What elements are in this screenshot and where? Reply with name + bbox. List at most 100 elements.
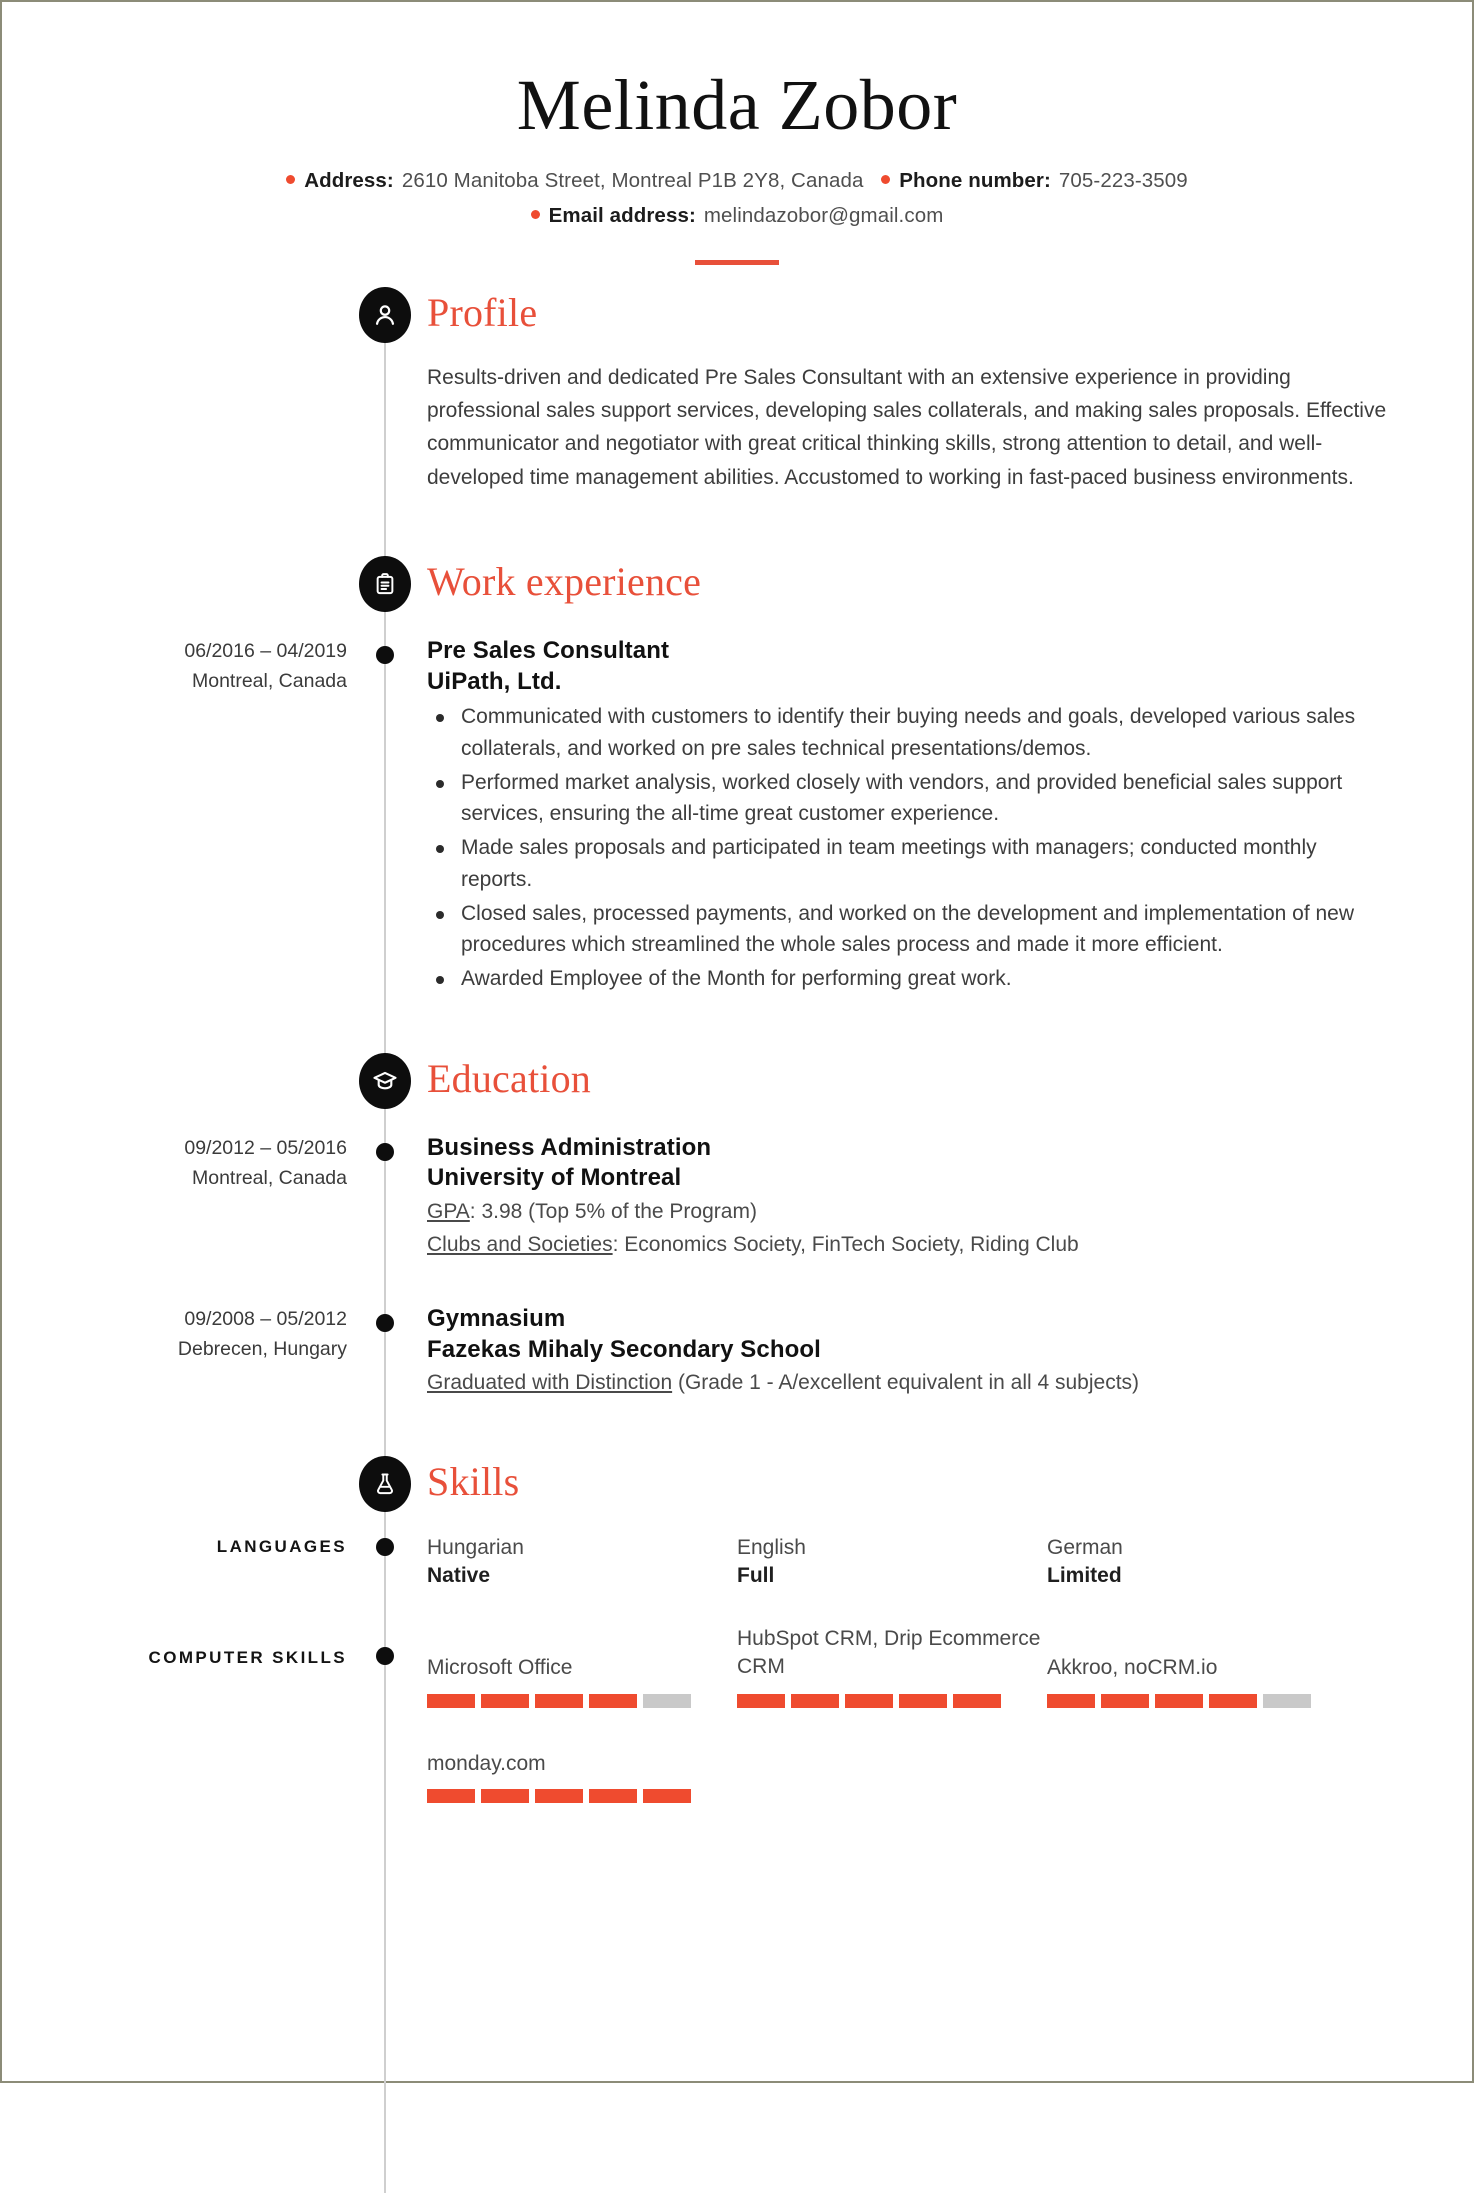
education-entry-distinction-label: Graduated with Distinction <box>427 1371 673 1395</box>
contact-email-label: Email address: <box>548 204 696 228</box>
bar-segment <box>427 1789 475 1804</box>
work-entry-dates: 06/2016 – 04/2019 <box>184 639 347 662</box>
work-entry: 06/2016 – 04/2019 Montreal, Canada Pre S… <box>2 636 1472 995</box>
section-profile-head: Profile <box>2 287 1472 361</box>
profile-content: Results-driven and dedicated Pre Sales C… <box>427 361 1472 494</box>
section-education: Education 09/2012 – 05/2016 Montreal, Ca… <box>2 1052 1472 1398</box>
education-entry-clubs-value: : Economics Society, FinTech Society, Ri… <box>612 1233 1079 1256</box>
computer-skills-grid-second: monday.com <box>427 1750 1392 1804</box>
section-skills-title: Skills <box>427 1459 520 1505</box>
education-entry-gpa: GPA: 3.98 (Top 5% of the Program) <box>427 1197 1392 1227</box>
education-entry-meta: 09/2008 – 05/2012 Debrecen, Hungary <box>2 1304 347 1364</box>
education-entry-distinction-value: (Grade 1 - A/excellent equivalent in all… <box>672 1371 1140 1395</box>
computer-skill-name: HubSpot CRM, Drip Ecommerce CRM <box>737 1626 1041 1679</box>
skills-computer-content: Microsoft Office HubSpot CRM, Drip Ecomm… <box>427 1625 1472 1804</box>
education-entry-clubs: Clubs and Societies: Economics Society, … <box>427 1230 1392 1260</box>
profile-summary-text: Results-driven and dedicated Pre Sales C… <box>427 366 1387 489</box>
education-entry-degree: Business Administration <box>427 1133 712 1161</box>
bar-segment <box>535 1789 583 1804</box>
education-entry: 09/2008 – 05/2012 Debrecen, Hungary Gymn… <box>2 1304 1472 1398</box>
contact-line-secondary: Email address: melindazobor@gmail.com <box>2 201 1472 232</box>
section-skills-head: Skills <box>2 1456 1472 1530</box>
computer-skill-item: monday.com <box>427 1750 737 1804</box>
education-entry-clubs-label: Clubs and Societies <box>427 1233 613 1256</box>
bar-segment <box>589 1789 637 1804</box>
skills-languages-label-wrap: LANGUAGES <box>2 1534 347 1560</box>
section-profile-title: Profile <box>427 290 538 336</box>
bar-segment <box>643 1693 691 1708</box>
skills-languages-row: LANGUAGES Hungarian Native English Full <box>2 1534 1472 1591</box>
bar-segment <box>899 1693 947 1708</box>
education-entry-location: Debrecen, Hungary <box>177 1338 347 1361</box>
work-entry-content: Pre Sales Consultant UiPath, Ltd. Commun… <box>427 636 1472 995</box>
profile-row: Results-driven and dedicated Pre Sales C… <box>2 361 1472 494</box>
languages-grid: Hungarian Native English Full German Lim… <box>427 1534 1392 1591</box>
computer-skill-item: Akkroo, noCRM.io <box>1047 1625 1357 1708</box>
language-level: Limited <box>1047 1564 1122 1588</box>
education-entry-gpa-value: : 3.98 (Top 5% of the Program) <box>469 1200 757 1224</box>
computer-skill-name: Akkroo, noCRM.io <box>1047 1656 1218 1680</box>
header-divider <box>695 260 779 266</box>
language-name: English <box>737 1536 806 1560</box>
skills-computer-label-wrap: COMPUTER SKILLS <box>2 1645 347 1671</box>
bar-segment <box>643 1789 691 1804</box>
contact-phone-label: Phone number: <box>899 168 1051 192</box>
education-entry-content: Gymnasium Fazekas Mihaly Secondary Schoo… <box>427 1304 1472 1398</box>
bar-segment <box>427 1693 475 1708</box>
education-entry-degree: Gymnasium <box>427 1304 566 1332</box>
briefcase-icon <box>359 555 411 612</box>
education-entry-school: University of Montreal <box>427 1164 682 1192</box>
graduation-cap-icon <box>359 1052 411 1109</box>
language-item: German Limited <box>1047 1534 1357 1591</box>
section-profile: Profile Results-driven and dedicated Pre… <box>2 287 1472 494</box>
education-entry-meta: 09/2012 – 05/2016 Montreal, Canada <box>2 1133 347 1193</box>
bar-segment <box>535 1693 583 1708</box>
timeline-dot <box>376 1538 394 1557</box>
skill-rating-bar <box>427 1693 737 1708</box>
list-item: Awarded Employee of the Month for perfor… <box>436 963 1392 994</box>
computer-skill-name: Microsoft Office <box>427 1656 573 1680</box>
education-entry-school: Fazekas Mihaly Secondary School <box>427 1335 821 1363</box>
bullet-dot-icon <box>530 210 540 220</box>
work-entry-company: UiPath, Ltd. <box>427 667 562 695</box>
flask-icon <box>359 1456 411 1513</box>
section-education-head: Education <box>2 1052 1472 1127</box>
list-item: Performed market analysis, worked closel… <box>436 767 1392 830</box>
bullet-dot-icon <box>286 174 296 184</box>
language-level: Full <box>737 1564 775 1588</box>
section-skills: Skills LANGUAGES Hungarian Native Englis <box>2 1456 1472 1804</box>
language-item: English Full <box>737 1534 1047 1591</box>
bar-segment <box>953 1693 1001 1708</box>
education-entry-gpa-label: GPA <box>427 1200 470 1224</box>
person-icon <box>359 287 411 344</box>
language-name: Hungarian <box>427 1536 524 1560</box>
skill-rating-bar <box>737 1693 1047 1708</box>
computer-skill-item: HubSpot CRM, Drip Ecommerce CRM <box>737 1625 1047 1708</box>
timeline-dot <box>376 1313 394 1332</box>
bullet-dot-icon <box>881 174 891 184</box>
work-entry-meta: 06/2016 – 04/2019 Montreal, Canada <box>2 636 347 696</box>
bar-segment <box>737 1693 785 1708</box>
skills-computer-row: COMPUTER SKILLS Microsoft Office HubSpot… <box>2 1625 1472 1804</box>
computer-skill-name: monday.com <box>427 1751 546 1775</box>
education-entry: 09/2012 – 05/2016 Montreal, Canada Busin… <box>2 1133 1472 1260</box>
contact-line-primary: Address: 2610 Manitoba Street, Montreal P… <box>2 166 1472 197</box>
bar-segment <box>1101 1693 1149 1708</box>
skill-rating-bar <box>1047 1693 1357 1708</box>
timeline-dot <box>376 645 394 664</box>
contact-email-value: melindazobor@gmail.com <box>703 204 944 228</box>
computer-skills-grid: Microsoft Office HubSpot CRM, Drip Ecomm… <box>427 1625 1392 1708</box>
language-name: German <box>1047 1536 1123 1560</box>
contact-address: Address: 2610 Manitoba Street, Montreal P… <box>286 169 869 192</box>
resume-page: Melinda Zobor Address: 2610 Manitoba Stre… <box>0 0 1474 2193</box>
timeline-dot <box>376 1646 394 1665</box>
skills-computer-label: COMPUTER SKILLS <box>148 1647 347 1667</box>
candidate-name: Melinda Zobor <box>516 65 958 145</box>
skills-languages-label: LANGUAGES <box>216 1537 347 1557</box>
skills-languages-content: Hungarian Native English Full German Lim… <box>427 1534 1472 1591</box>
bar-segment <box>1209 1693 1257 1708</box>
bar-segment <box>481 1789 529 1804</box>
language-item: Hungarian Native <box>427 1534 737 1591</box>
bar-segment <box>1263 1693 1311 1708</box>
bar-segment <box>589 1693 637 1708</box>
